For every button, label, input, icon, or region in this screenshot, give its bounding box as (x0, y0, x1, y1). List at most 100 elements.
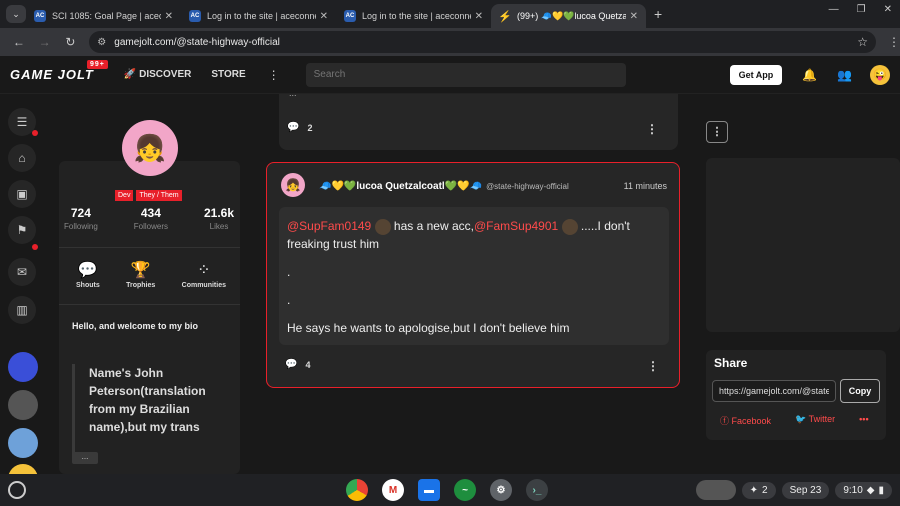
comment-icon: 💬 (287, 122, 300, 133)
minimize-icon[interactable]: — (829, 4, 839, 15)
stat-number: 724 (70, 206, 91, 220)
comment-count: 2 (307, 122, 313, 133)
bio-header: Hello, and welcome to my bio (72, 321, 199, 331)
url-bar[interactable]: ⚙ gamejolt.com/@state-highway-official ☆ (89, 31, 877, 53)
facebook-share-link[interactable]: ⓕ Facebook (720, 414, 771, 427)
activity-notification-dot (32, 130, 38, 136)
twitter-share-link[interactable]: 🐦 Twitter (795, 414, 835, 427)
library-icon[interactable]: ▥ (8, 296, 36, 324)
facebook-label: Facebook (731, 416, 772, 426)
gamejolt-logo[interactable]: GAME JOLT 99+ (10, 60, 108, 82)
url-text: gamejolt.com/@state-highway-official (114, 36, 280, 48)
community-avatar[interactable] (8, 390, 38, 420)
forward-icon[interactable]: → (38, 35, 52, 49)
right-column: ⋮ Share Copy ⓕ Facebook 🐦 Twitter ••• (696, 94, 900, 474)
date-pill[interactable]: Sep 23 (781, 481, 830, 499)
divider (59, 304, 240, 305)
close-window-icon[interactable]: ✕ (884, 4, 892, 15)
bell-icon[interactable]: 🔔 (802, 68, 817, 82)
comments-button[interactable]: 💬 2 (287, 122, 312, 133)
tote-thumbnail[interactable] (695, 480, 736, 500)
bio-quote: Name's John Peterson(translation from my… (72, 364, 224, 462)
files-icon[interactable]: ▬ (418, 479, 440, 501)
reload-icon[interactable]: ↻ (64, 35, 78, 49)
comments-button[interactable]: 💬 4 (285, 359, 310, 370)
share-url-field[interactable] (712, 380, 836, 402)
mention-link[interactable]: @SupFam0149 (287, 219, 371, 233)
gamejolt-favicon-icon: ⚡ (498, 10, 512, 23)
stat-label: Likes (209, 222, 229, 231)
post-author[interactable]: 🧢💛💚lucoa Quetzalcoatl💚💛🧢 @state-highway-… (319, 181, 569, 192)
chrome-icon[interactable] (346, 479, 368, 501)
more-share-options[interactable]: ••• (859, 414, 868, 427)
community-avatar[interactable] (8, 352, 38, 382)
settings-icon[interactable]: ⚙ (490, 479, 512, 501)
mention-link[interactable]: @FamSup4901 (474, 219, 558, 233)
author-avatar[interactable]: 👧 (281, 173, 305, 197)
browser-tab[interactable]: AC Log in to the site | aceconnect ✕ (181, 4, 336, 28)
post-options-icon[interactable]: ⋮ (647, 359, 659, 373)
stat-label: Followers (133, 222, 168, 231)
new-tab-icon[interactable]: + (654, 6, 662, 22)
profile-avatar[interactable]: 👧 (122, 120, 178, 176)
browser-tab[interactable]: AC Log in to the site | aceconnect ✕ (336, 4, 491, 28)
profile-options-button[interactable]: ⋮ (706, 121, 728, 143)
notification-badge: 99+ (87, 60, 108, 69)
restore-icon[interactable]: ❐ (857, 4, 866, 15)
chat-icon[interactable]: ✉ (8, 258, 36, 286)
store-icon[interactable]: ⌂ (8, 144, 36, 172)
following-stat[interactable]: 724 Following (64, 206, 98, 231)
close-tab-icon[interactable]: ✕ (630, 11, 638, 22)
close-tab-icon[interactable]: ✕ (320, 11, 328, 22)
discover-link[interactable]: 🚀 DISCOVER (124, 69, 191, 80)
avatar-emoji-icon (374, 218, 391, 235)
get-app-button[interactable]: Get App (729, 64, 783, 85)
close-tab-icon[interactable]: ✕ (165, 11, 173, 22)
meet-icon[interactable]: ~ (454, 479, 476, 501)
post-body: @SupFam0149 has a new acc,@FamSup4901 ..… (279, 207, 669, 345)
search-input[interactable] (305, 62, 626, 87)
friends-icon[interactable]: 👥 (837, 68, 852, 82)
launcher-icon[interactable] (8, 481, 26, 499)
os-taskbar: M ▬ ~ ⚙ ›_ ✦ 2 Sep 23 9:10 ◆ ▮ (0, 474, 900, 506)
address-toolbar: ← → ↻ ⚙ gamejolt.com/@state-highway-offi… (0, 28, 900, 56)
post-options-icon[interactable]: ⋮ (646, 122, 658, 136)
bio-expand-button[interactable]: ... (72, 452, 98, 464)
more-menu-icon[interactable]: ⋮ (268, 68, 280, 82)
bookmark-star-icon[interactable]: ☆ (857, 35, 868, 49)
user-avatar[interactable]: 😜 (870, 64, 891, 85)
notifications-pill[interactable]: ✦ 2 (741, 481, 776, 499)
shouts-link[interactable]: 💬 Shouts (76, 260, 100, 289)
store-link[interactable]: STORE (211, 69, 245, 80)
profile-stats: 724 Following 434 Followers 21.6k Likes (64, 206, 234, 231)
site-settings-icon[interactable]: ⚙ (97, 37, 106, 48)
tab-search-button[interactable]: ⌄ (6, 5, 26, 23)
trophies-link[interactable]: 🏆 Trophies (126, 260, 155, 289)
backpack-icon[interactable]: ▣ (8, 180, 36, 208)
quests-icon[interactable]: ⚑ (8, 216, 36, 244)
community-avatar[interactable] (8, 428, 38, 458)
communities-link[interactable]: ⁘ Communities (182, 260, 226, 289)
post-text-fragment: ... (289, 88, 297, 98)
pinned-apps: M ▬ ~ ⚙ ›_ (346, 479, 548, 501)
back-icon[interactable]: ← (12, 35, 26, 49)
link-label: Shouts (76, 282, 100, 289)
stat-label: Following (64, 222, 98, 231)
post-timestamp[interactable]: 11 minutes (624, 181, 667, 191)
followers-stat[interactable]: 434 Followers (134, 206, 168, 231)
terminal-icon[interactable]: ›_ (526, 479, 548, 501)
close-tab-icon[interactable]: ✕ (475, 11, 483, 22)
post-paragraph: He says he wants to apologise,but I don'… (287, 321, 570, 335)
share-links: ⓕ Facebook 🐦 Twitter ••• (720, 414, 869, 427)
browser-tab[interactable]: AC SCI 1085: Goal Page | acecon ✕ (26, 4, 181, 28)
status-area[interactable]: 9:10 ◆ ▮ (835, 481, 892, 499)
discover-label: DISCOVER (139, 69, 192, 80)
browser-tab-active[interactable]: ⚡ (99+) 🧢💛💚lucoa Quetzalco ✕ (491, 4, 646, 28)
sidebar-card (706, 158, 900, 332)
gmail-icon[interactable]: M (382, 479, 404, 501)
browser-menu-icon[interactable]: ⋮ (888, 35, 900, 49)
window-controls: — ❐ ✕ (829, 4, 892, 15)
tab-title: SCI 1085: Goal Page | acecon (52, 11, 161, 21)
copy-button[interactable]: Copy (840, 379, 880, 403)
left-rail: ☰ ⌂ ▣ ⚑ ✉ ▥ (0, 94, 46, 494)
